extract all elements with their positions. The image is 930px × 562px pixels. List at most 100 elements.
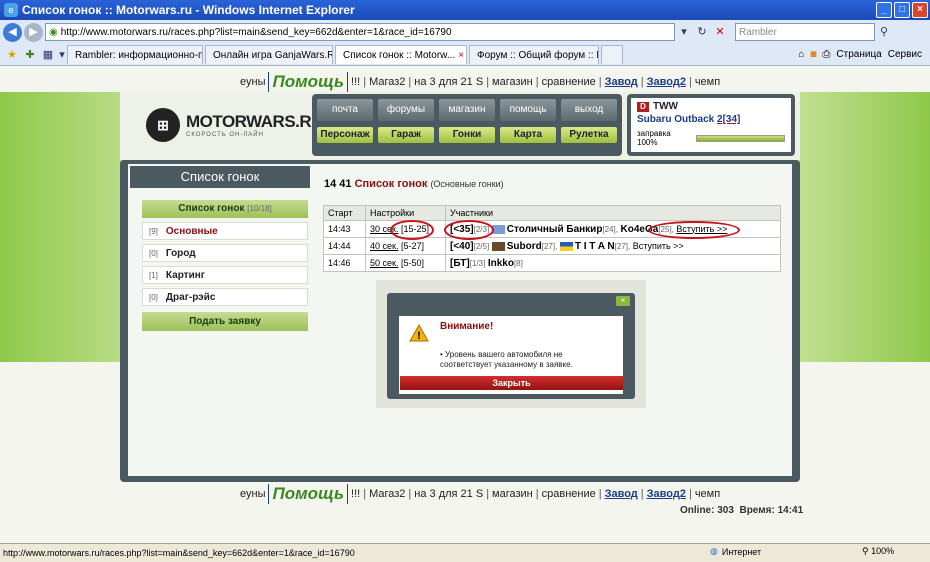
nav-link[interactable]: Завод bbox=[605, 488, 638, 500]
favorites-star-icon[interactable]: ★ bbox=[3, 46, 21, 64]
sidebar-item-drag[interactable]: [0] Драг-рэйс bbox=[142, 288, 308, 306]
submit-application-button[interactable]: Подать заявку bbox=[142, 312, 308, 331]
dialog-title: Внимание! bbox=[440, 321, 494, 332]
web-page: еуны Помощь !!! | Магаз2 | на 3 для 21 S | … bbox=[0, 66, 930, 543]
nav-link[interactable]: чемп bbox=[695, 488, 720, 500]
new-tab-button[interactable] bbox=[601, 45, 623, 64]
window-title: Список гонок :: Motorwars.ru - Windows I… bbox=[22, 3, 355, 17]
home-icon[interactable]: ⌂ bbox=[798, 49, 804, 60]
duration-link[interactable]: 50 сек. bbox=[370, 258, 398, 268]
nav-link[interactable]: Магаз2 bbox=[369, 76, 405, 88]
tab-forum[interactable]: Форум :: Общий форум :: М... bbox=[469, 45, 599, 64]
table-row: 14:44 40 сек. [5-27] [<40][2/5] Subord[2… bbox=[323, 237, 781, 255]
minimize-button[interactable]: _ bbox=[876, 2, 892, 18]
menu-exit[interactable]: выход bbox=[561, 99, 617, 121]
help-link[interactable]: Помощь bbox=[268, 72, 349, 92]
menu-shop[interactable]: магазин bbox=[439, 99, 495, 121]
dialog-close-button[interactable]: Закрыть bbox=[400, 376, 623, 390]
menu-roulette[interactable]: Рулетка bbox=[561, 127, 617, 143]
car-level: 2[34] bbox=[717, 114, 741, 125]
sidebar-item-city[interactable]: [0] Город bbox=[142, 244, 308, 262]
nav-link[interactable]: на 3 для 21 S bbox=[414, 76, 483, 88]
tools-menu[interactable]: Сервис bbox=[888, 49, 922, 60]
fuel-bar bbox=[696, 134, 785, 142]
player-name[interactable]: Столичный Банкир bbox=[507, 224, 603, 235]
stop-icon[interactable]: ✕ bbox=[711, 23, 729, 41]
car-name[interactable]: Subaru Outback 2[34] bbox=[637, 114, 785, 125]
join-race-link[interactable]: Вступить >> bbox=[633, 241, 684, 251]
nav-link[interactable]: Завод bbox=[605, 76, 638, 88]
sidebar-title: Список гонок bbox=[130, 166, 310, 188]
tab-close-icon[interactable]: × bbox=[458, 50, 464, 61]
player-name[interactable]: T I T A N bbox=[575, 241, 615, 252]
duration-link[interactable]: 40 сек. bbox=[370, 241, 398, 251]
nav-link[interactable]: на 3 для 21 S bbox=[414, 488, 483, 500]
nav-link[interactable]: магазин bbox=[492, 76, 533, 88]
nav-link[interactable]: еуны bbox=[240, 76, 265, 88]
window-titlebar: e Список гонок :: Motorwars.ru - Windows… bbox=[0, 0, 930, 20]
races-title: 14 41 Список гонок (Основные гонки) bbox=[324, 178, 504, 190]
nav-link[interactable]: !!! bbox=[351, 76, 360, 88]
sidebar-head[interactable]: Список гонок [10/18] bbox=[142, 200, 308, 218]
menu-garage[interactable]: Гараж bbox=[378, 127, 434, 143]
nav-link[interactable]: сравнение bbox=[542, 488, 596, 500]
maximize-button[interactable]: □ bbox=[894, 2, 910, 18]
dialog-close-icon[interactable]: × bbox=[616, 296, 630, 306]
back-button[interactable]: ◀ bbox=[3, 22, 22, 42]
forward-button[interactable]: ▶ bbox=[24, 22, 43, 42]
tab-motorwars[interactable]: Список гонок :: Motorw... × bbox=[335, 45, 467, 64]
page-menu[interactable]: Страница bbox=[836, 49, 881, 60]
player-name[interactable]: Subord bbox=[507, 241, 542, 252]
menu-races[interactable]: Гонки bbox=[439, 127, 495, 143]
nav-link[interactable]: чемп bbox=[695, 76, 720, 88]
feeds-icon[interactable]: ◙ bbox=[810, 49, 816, 60]
nav-link[interactable]: Магаз2 bbox=[369, 488, 405, 500]
site-top-nav: еуны Помощь !!! | Магаз2 | на 3 для 21 S | … bbox=[240, 72, 721, 92]
dialog-message: • Уровень вашего автомобиля не соответст… bbox=[440, 350, 573, 369]
sidebar-item-karting[interactable]: [1] Картинг bbox=[142, 266, 308, 284]
nav-link[interactable]: Завод2 bbox=[647, 76, 686, 88]
ukraine-flag-icon bbox=[559, 241, 573, 251]
status-bar: http://www.motorwars.ru/races.php?list=m… bbox=[0, 543, 930, 562]
ie-icon: e bbox=[4, 3, 18, 17]
search-icon[interactable]: ⚲ bbox=[875, 23, 893, 41]
red-annotation-oval bbox=[648, 221, 740, 239]
menu-forums[interactable]: форумы bbox=[378, 99, 434, 121]
print-icon[interactable]: ⎙ bbox=[822, 49, 830, 60]
tabs-bar: ★ ✚ ▦ ▾ Rambler: информационно-п... Онла… bbox=[0, 44, 930, 66]
nav-link[interactable]: магазин bbox=[492, 488, 533, 500]
clan-name[interactable]: TWW bbox=[653, 101, 678, 112]
address-field[interactable]: ◉ http://www.motorwars.ru/races.php?list… bbox=[45, 23, 675, 41]
close-window-button[interactable]: × bbox=[912, 2, 928, 18]
red-annotation-oval bbox=[390, 220, 434, 240]
player-name[interactable]: Inkko bbox=[488, 258, 514, 269]
search-input[interactable]: Rambler bbox=[735, 23, 875, 41]
tab-list-dropdown-icon[interactable]: ▾ bbox=[57, 46, 67, 64]
tab-rambler[interactable]: Rambler: информационно-п... bbox=[67, 45, 203, 64]
tab-list-icon[interactable]: ▦ bbox=[39, 46, 57, 64]
menu-mail[interactable]: почта bbox=[317, 99, 373, 121]
fuel-label: заправка 100% bbox=[637, 129, 671, 147]
site-logo[interactable]: ⊞ MOTORWARS.RU СКОРОСТЬ ОН-ЛАЙН bbox=[146, 108, 323, 142]
menu-help[interactable]: помощь bbox=[500, 99, 556, 121]
status-url: http://www.motorwars.ru/races.php?list=m… bbox=[3, 548, 355, 558]
address-toolbar: ◀ ▶ ◉ http://www.motorwars.ru/races.php?… bbox=[0, 20, 930, 44]
security-zone: Интернет bbox=[721, 546, 762, 557]
address-text: http://www.motorwars.ru/races.php?list=m… bbox=[60, 26, 452, 38]
svg-text:!: ! bbox=[417, 330, 421, 342]
dropdown-arrow-icon[interactable]: ▾ bbox=[675, 23, 693, 41]
menu-character[interactable]: Персонаж bbox=[317, 127, 373, 143]
online-status: Online: 303 Время: 14:41 bbox=[680, 505, 804, 516]
nav-link[interactable]: !!! bbox=[351, 488, 360, 500]
globe-icon: ◍ bbox=[710, 546, 718, 556]
zoom-level[interactable]: 100% bbox=[871, 546, 894, 556]
refresh-icon[interactable]: ↻ bbox=[693, 23, 711, 41]
nav-link[interactable]: еуны bbox=[240, 488, 265, 500]
tab-ganjawars[interactable]: Онлайн игра GanjaWars.Ru ... bbox=[205, 45, 333, 64]
help-link[interactable]: Помощь bbox=[268, 484, 349, 504]
nav-link[interactable]: сравнение bbox=[542, 76, 596, 88]
menu-map[interactable]: Карта bbox=[500, 127, 556, 143]
add-favorites-icon[interactable]: ✚ bbox=[21, 46, 39, 64]
nav-link[interactable]: Завод2 bbox=[647, 488, 686, 500]
sidebar-item-main[interactable]: [9] Основные bbox=[142, 222, 308, 240]
